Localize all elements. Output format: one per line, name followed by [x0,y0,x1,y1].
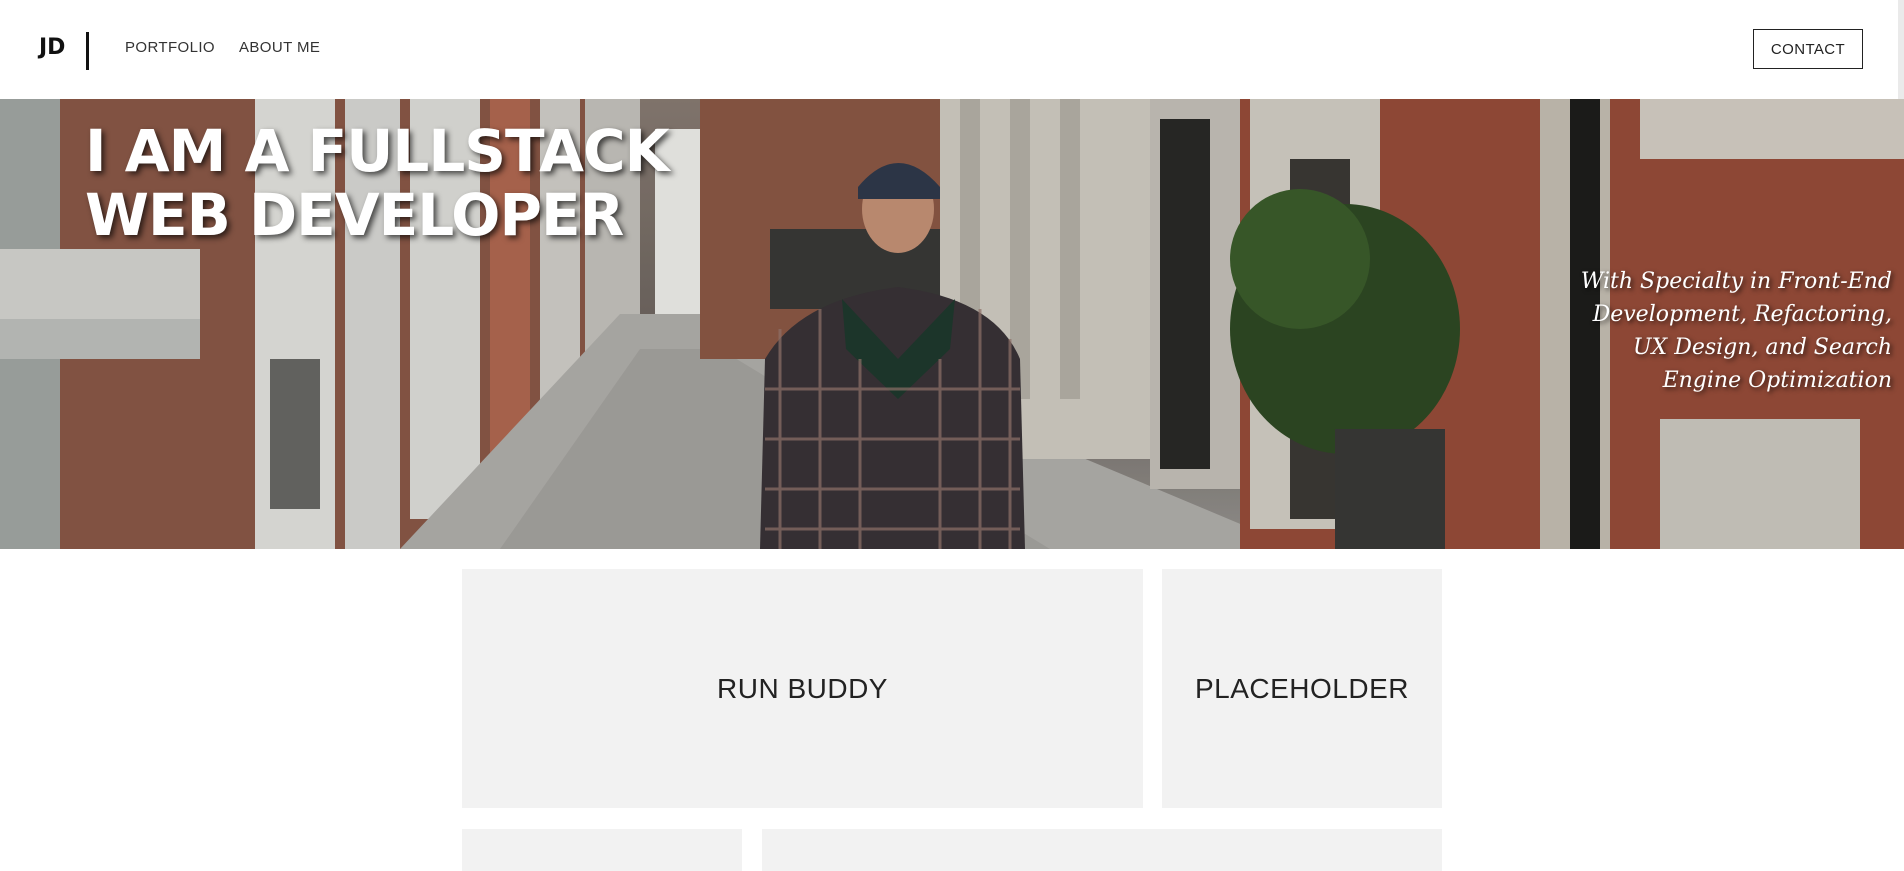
nav-about-me-link[interactable]: ABOUT ME [239,39,320,56]
logo[interactable]: JD [39,32,89,70]
hero-subtitle-line-3: UX Design, and Search [1633,335,1892,360]
hero-subtitle-line-2: Development, Refactoring, [1592,302,1892,327]
portfolio-card-placeholder[interactable]: PLACEHOLDER [1162,569,1442,808]
portfolio-card-run-buddy[interactable]: RUN BUDDY [462,569,1143,808]
portfolio-card[interactable] [462,829,742,871]
hero-subtitle-line-4: Engine Optimization [1662,368,1892,393]
site-header: JD PORTFOLIO ABOUT ME CONTACT [0,0,1904,99]
hero-title-line-2: WEB DEVELOPER [85,181,624,249]
nav-portfolio-link[interactable]: PORTFOLIO [125,39,215,56]
hero-title: I AM A FULLSTACK WEB DEVELOPER [85,119,785,247]
hero-subtitle: With Specialty in Front-End Development,… [1552,265,1892,397]
hero-subtitle-line-1: With Specialty in Front-End [1580,269,1892,294]
hero-banner: I AM A FULLSTACK WEB DEVELOPER With Spec… [0,99,1904,549]
contact-button[interactable]: CONTACT [1753,29,1863,69]
portfolio-card[interactable] [762,829,1442,871]
hero-title-line-1: I AM A FULLSTACK [85,117,670,185]
